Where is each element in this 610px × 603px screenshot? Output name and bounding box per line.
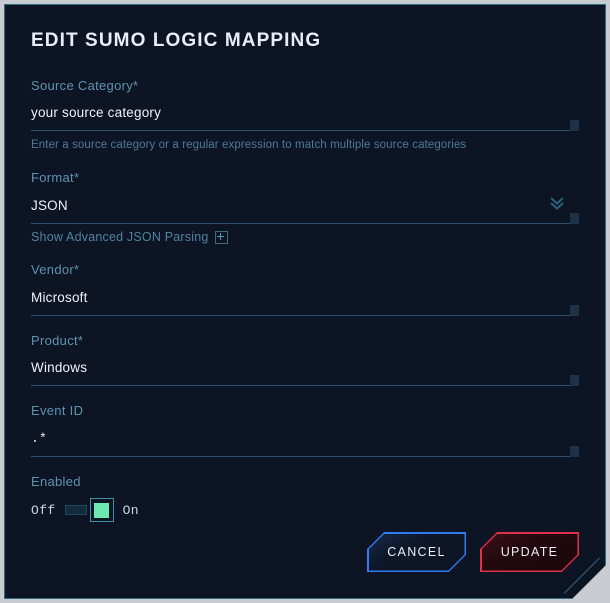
show-advanced-json-parsing-label: Show Advanced JSON Parsing <box>31 230 209 245</box>
resize-grip-icon[interactable] <box>570 446 579 457</box>
source-category-helper-text: Enter a source category or a regular exp… <box>31 139 467 152</box>
field-enabled: Enabled Off On <box>31 474 579 523</box>
field-vendor: Vendor* Microsoft <box>31 262 579 316</box>
field-format: Format* JSON <box>31 170 579 224</box>
format-label: Format* <box>31 170 80 186</box>
source-category-input[interactable]: your source category <box>31 100 579 131</box>
enabled-label: Enabled <box>31 473 81 489</box>
vendor-input[interactable]: Microsoft <box>31 285 579 316</box>
product-value: Windows <box>31 360 88 376</box>
resize-grip-icon[interactable] <box>570 375 579 386</box>
field-source-category: Source Category* your source category En… <box>31 78 579 154</box>
resize-grip-icon[interactable] <box>570 305 579 316</box>
event-id-label: Event ID <box>31 403 84 419</box>
field-product: Product* Windows <box>31 333 579 387</box>
format-value: JSON <box>31 198 68 214</box>
cancel-button-label: CANCEL <box>387 545 446 559</box>
toggle-on-label: On <box>122 502 140 518</box>
toggle-off-label: Off <box>31 502 56 518</box>
cancel-button[interactable]: CANCEL <box>367 532 466 572</box>
toggle-track[interactable] <box>65 505 87 515</box>
update-button-label: UPDATE <box>500 545 559 559</box>
resize-grip-icon[interactable] <box>570 120 579 131</box>
format-select[interactable]: JSON <box>31 193 579 224</box>
product-input[interactable]: Windows <box>31 355 579 386</box>
toggle-knob[interactable] <box>90 498 114 522</box>
vendor-value: Microsoft <box>31 289 88 305</box>
edit-sumo-logic-mapping-dialog: EDIT SUMO LOGIC MAPPING Source Category*… <box>4 4 606 599</box>
field-event-id: Event ID .* <box>31 403 579 457</box>
event-id-input[interactable]: .* <box>31 426 579 457</box>
toggle-knob-fill <box>94 503 109 518</box>
event-id-value: .* <box>31 430 48 446</box>
source-category-label: Source Category* <box>31 77 139 93</box>
dialog-footer: CANCEL UPDATE <box>367 532 579 572</box>
enabled-toggle[interactable]: Off On <box>31 498 579 522</box>
show-advanced-json-parsing-toggle[interactable]: Show Advanced JSON Parsing <box>31 230 579 244</box>
chevron-double-down-icon[interactable] <box>549 195 565 213</box>
update-button[interactable]: UPDATE <box>480 532 579 572</box>
resize-grip-icon[interactable] <box>570 213 579 224</box>
product-label: Product* <box>31 332 84 348</box>
vendor-label: Vendor* <box>31 262 80 278</box>
plus-box-icon[interactable] <box>215 231 228 244</box>
source-category-value: your source category <box>31 105 162 121</box>
dialog-title: EDIT SUMO LOGIC MAPPING <box>31 30 322 51</box>
